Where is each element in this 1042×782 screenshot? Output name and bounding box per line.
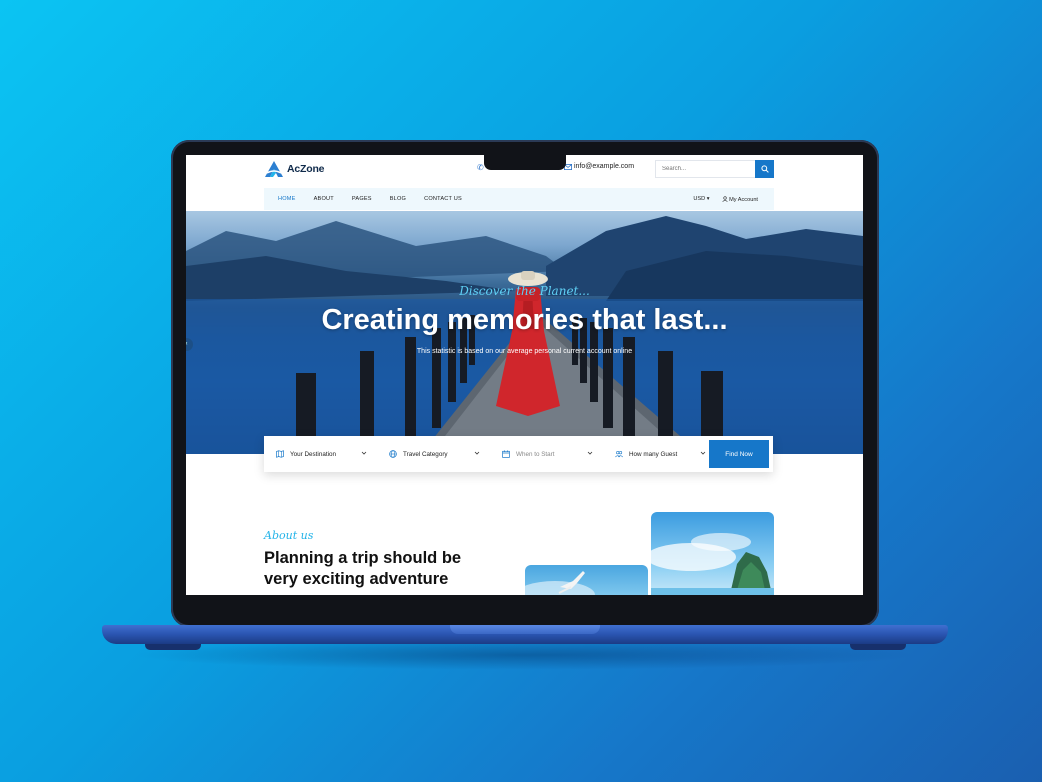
category-select[interactable]: Travel Category [377, 436, 490, 472]
chevron-down-icon [474, 451, 480, 455]
search-icon [760, 165, 769, 173]
caret-down-icon: ▾ [706, 196, 710, 202]
nav-item-blog[interactable]: BLOG [381, 196, 415, 202]
logo[interactable]: AcZone [264, 160, 325, 178]
about-kicker: About us [264, 529, 314, 542]
category-label: Travel Category [403, 450, 448, 458]
logo-icon [265, 161, 283, 177]
hero-title: Creating memories that last... [321, 304, 728, 336]
search-bar [655, 160, 774, 178]
logo-text: AcZone [287, 163, 325, 175]
chevron-down-icon [361, 451, 367, 455]
nav-item-home[interactable]: HOME [264, 196, 305, 202]
laptop-foot-left [145, 644, 201, 650]
about-image-bird [525, 565, 648, 595]
nav-item-pages[interactable]: PAGES [343, 196, 381, 202]
users-icon [615, 450, 623, 458]
destination-select[interactable]: Your Destination [264, 436, 377, 472]
laptop-shadow [130, 640, 920, 670]
hero-description: This statistic is based on our average p… [416, 348, 633, 355]
search-input[interactable] [655, 160, 755, 178]
about-image-island [651, 512, 774, 595]
email-text: info@example.com [574, 163, 635, 170]
nav-item-contact[interactable]: CONTACT US [415, 196, 471, 202]
main-nav: HOME ABOUT PAGES BLOG CONTACT US USD ▾ M… [264, 188, 774, 210]
globe-icon [389, 450, 397, 458]
start-date-label: When to Start [516, 450, 555, 458]
laptop-screen: AcZone ✆ info@example.com HOME ABOUT PAG… [186, 155, 863, 595]
nav-item-about[interactable]: ABOUT [305, 196, 343, 202]
chevron-down-icon [587, 451, 593, 455]
guests-select[interactable]: How many Guest [603, 436, 716, 472]
destination-label: Your Destination [290, 450, 336, 458]
nav-right: USD ▾ My Account [693, 188, 758, 210]
camera-notch [484, 155, 566, 170]
hero-banner: ‹ Discover the Planet... Creating memori… [186, 211, 863, 454]
currency-label: USD [693, 196, 706, 202]
my-account-label: My Account [729, 196, 758, 203]
booking-search-bar: Your Destination Travel Category When to… [264, 436, 773, 472]
user-icon [721, 195, 728, 202]
my-account-link[interactable]: My Account [721, 195, 758, 203]
phone-icon: ✆ [477, 163, 484, 172]
currency-select[interactable]: USD ▾ [693, 196, 709, 202]
start-date-select[interactable]: When to Start [490, 436, 603, 472]
laptop-foot-right [850, 644, 906, 650]
find-now-button[interactable]: Find Now [709, 440, 769, 468]
about-title: Planning a trip should be very exciting … [264, 549, 462, 588]
hero-subtitle: Discover the Planet... [459, 284, 590, 298]
search-button[interactable] [755, 160, 774, 178]
laptop-base-groove [450, 625, 600, 634]
email-contact[interactable]: info@example.com [564, 163, 634, 170]
guests-label: How many Guest [629, 450, 678, 458]
map-icon [276, 450, 284, 458]
chevron-down-icon [700, 451, 706, 455]
calendar-icon [502, 450, 510, 458]
